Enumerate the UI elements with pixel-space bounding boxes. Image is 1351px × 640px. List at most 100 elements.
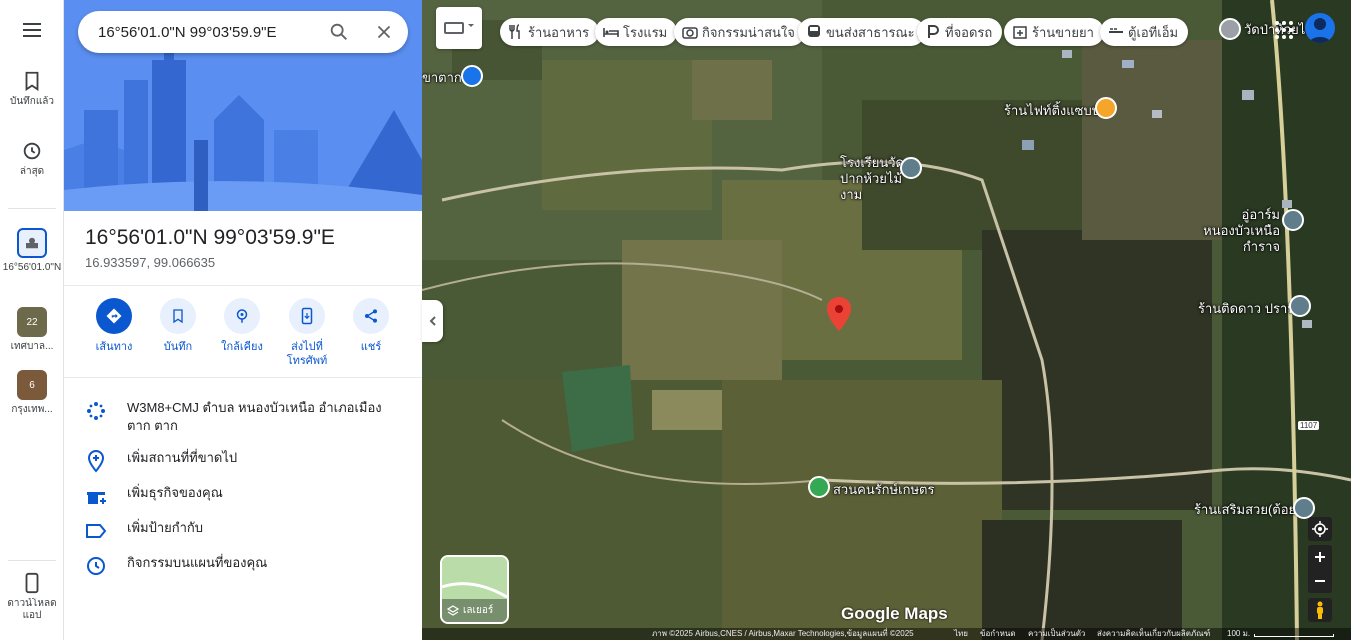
label-shop1: ร้านติดดาว ปรานี xyxy=(1198,301,1297,316)
chip-atm-label: ตู้เอทีเอ็ม xyxy=(1128,24,1179,40)
history-icon xyxy=(23,142,41,160)
nearby-button[interactable]: ใกล้เคียง xyxy=(210,298,274,354)
nearby-search-icon xyxy=(236,309,248,323)
chip-pharmacy-label: ร้านขายยา xyxy=(1032,24,1094,40)
my-location-button[interactable] xyxy=(1308,517,1332,541)
history-1-label: เทศบาล... xyxy=(10,341,54,352)
send-to-phone-button[interactable]: ส่งไปที่โทรศัพท์ xyxy=(275,298,339,368)
transit-icon xyxy=(808,25,820,37)
zoom-out-button[interactable] xyxy=(1308,569,1332,593)
feedback-link[interactable]: ส่งความคิดเห็นเกี่ยวกับผลิตภัณฑ์ xyxy=(1097,628,1210,640)
chip-atm[interactable]: ตู้เอทีเอ็ม xyxy=(1100,18,1189,46)
add-missing-place-row[interactable]: เพิ่มสถานที่ที่ขาดไป xyxy=(64,449,422,473)
recent-label: ล่าสุด xyxy=(19,166,45,177)
download-app-button[interactable]: ดาวน์โหลดแอป xyxy=(0,572,64,622)
chip-parking[interactable]: ที่จอดรถ xyxy=(917,18,1003,46)
saved-button[interactable]: บันทึกแล้ว xyxy=(0,70,64,108)
pharmacy-icon xyxy=(1013,26,1027,39)
label-garage: อู่อาร์ม หนองบัวเหนือกำราจ xyxy=(1203,207,1280,254)
menu-button[interactable] xyxy=(0,18,64,42)
map-view-toggle[interactable] xyxy=(436,7,482,49)
add-business-row[interactable]: เพิ่มธุรกิจของคุณ xyxy=(64,484,422,508)
add-label-text: เพิ่มป้ายกำกับ xyxy=(127,520,204,535)
chip-hotels[interactable]: โรงแรม xyxy=(595,18,678,46)
temple-poi-icon[interactable] xyxy=(1219,18,1241,40)
directions-label: เส้นทาง xyxy=(95,341,133,353)
restaurant-poi-icon[interactable] xyxy=(1095,97,1117,119)
recent-button[interactable]: ล่าสุด xyxy=(0,140,64,178)
rail-history-2[interactable]: 6 กรุงเทพ... xyxy=(0,370,64,416)
school-poi-icon[interactable] xyxy=(900,157,922,179)
scale-label[interactable]: 100 ม. xyxy=(1227,628,1250,640)
directions-button[interactable]: เส้นทาง xyxy=(82,298,146,354)
search-box[interactable] xyxy=(78,11,408,53)
send-to-phone-icon xyxy=(301,307,313,325)
restaurant-icon xyxy=(509,24,520,39)
imagery-attribution: ภาพ ©2025 Airbus,CNES / Airbus,Maxar Tec… xyxy=(652,629,914,638)
history-1-count: 22 xyxy=(26,316,38,328)
chip-pharmacy[interactable]: ร้านขายยา xyxy=(1004,18,1104,46)
chevron-left-icon xyxy=(429,316,436,326)
terms-link[interactable]: ข้อกำหนด xyxy=(980,628,1016,640)
shop1-poi-icon[interactable] xyxy=(1289,295,1311,317)
add-location-icon xyxy=(87,449,105,473)
left-rail: บันทึกแล้ว ล่าสุด 16°56'01.0"N 22 เทศบาล… xyxy=(0,0,64,640)
layers-button[interactable]: เลเยอร์ xyxy=(440,555,509,624)
map-activity-row[interactable]: กิจกรรมบนแผนที่ของคุณ xyxy=(64,554,422,578)
chip-transit-label: ขนส่งสาธารณะ xyxy=(826,24,915,40)
collapse-panel-button[interactable] xyxy=(422,300,443,342)
save-button[interactable]: บันทึก xyxy=(146,298,210,354)
chip-transit[interactable]: ขนส่งสาธารณะ xyxy=(798,18,925,46)
nearby-label: ใกล้เคียง xyxy=(221,341,263,353)
directions-circle xyxy=(96,298,132,334)
atm-icon xyxy=(1109,28,1123,33)
download-label: ดาวน์โหลดแอป xyxy=(7,598,57,621)
history-2-label: กรุงเทพ... xyxy=(11,404,53,415)
save-circle xyxy=(160,298,196,334)
search-icon[interactable] xyxy=(328,21,350,43)
minus-icon xyxy=(1315,580,1325,582)
chip-attractions[interactable]: กิจกรรมน่าสนใจ xyxy=(674,18,805,46)
park-poi-icon[interactable] xyxy=(808,476,830,498)
police-poi-icon[interactable] xyxy=(461,65,483,87)
share-label: แชร์ xyxy=(360,341,382,353)
rail-history-1[interactable]: 22 เทศบาล... xyxy=(0,307,64,353)
add-label-row[interactable]: เพิ่มป้ายกำกับ xyxy=(64,519,422,543)
rail-current-place[interactable]: 16°56'01.0"N xyxy=(0,228,64,286)
menu-icon xyxy=(23,23,41,37)
chip-restaurants[interactable]: ร้านอาหาร xyxy=(500,18,600,46)
avatar[interactable] xyxy=(1305,13,1335,43)
location-pin-icon[interactable] xyxy=(827,297,851,331)
history-2-count: 6 xyxy=(29,379,35,391)
bookmark-icon xyxy=(25,71,39,91)
chip-restaurants-label: ร้านอาหาร xyxy=(528,24,590,40)
label-icon xyxy=(86,524,107,538)
label-shop2: ร้านเสริมสวย(ต้อย) xyxy=(1194,502,1301,517)
share-icon xyxy=(365,309,377,323)
save-label: บันทึก xyxy=(163,341,193,353)
search-input[interactable] xyxy=(98,23,318,41)
plus-code-row[interactable]: W3M8+CMJ ตำบล หนองบัวเหนือ อำเภอเมืองตาก… xyxy=(64,399,422,435)
plus-code-text: W3M8+CMJ ตำบล หนองบัวเหนือ อำเภอเมืองตาก… xyxy=(127,400,382,433)
share-button[interactable]: แชร์ xyxy=(339,298,403,354)
privacy-link[interactable]: ความเป็นส่วนตัว xyxy=(1028,628,1085,640)
plus-icon xyxy=(1315,552,1325,562)
region-link[interactable]: ไทย xyxy=(954,628,968,640)
satellite-map[interactable]: ร้านอาหาร โรงแรม กิจกรรมน่าสนใจ ขนส่งสาธ… xyxy=(422,0,1351,640)
garage-poi-icon[interactable] xyxy=(1282,209,1304,231)
decimal-coordinates: 16.933597, 99.066635 xyxy=(85,255,216,270)
divider xyxy=(64,377,422,378)
close-icon[interactable] xyxy=(373,21,395,43)
current-place-label: 16°56'01.0"N xyxy=(2,262,62,273)
shop2-poi-icon[interactable] xyxy=(1293,497,1315,519)
saved-label: บันทึกแล้ว xyxy=(9,96,55,107)
my-location-icon xyxy=(1312,521,1328,537)
apps-button[interactable] xyxy=(1268,14,1300,46)
divider xyxy=(64,285,422,286)
hotel-icon xyxy=(603,28,619,37)
zoom-in-button[interactable] xyxy=(1308,545,1332,569)
rail-divider-bottom xyxy=(8,560,56,561)
street-view-button[interactable] xyxy=(1308,598,1332,622)
rail-divider xyxy=(8,208,56,209)
nearby-circle xyxy=(224,298,260,334)
